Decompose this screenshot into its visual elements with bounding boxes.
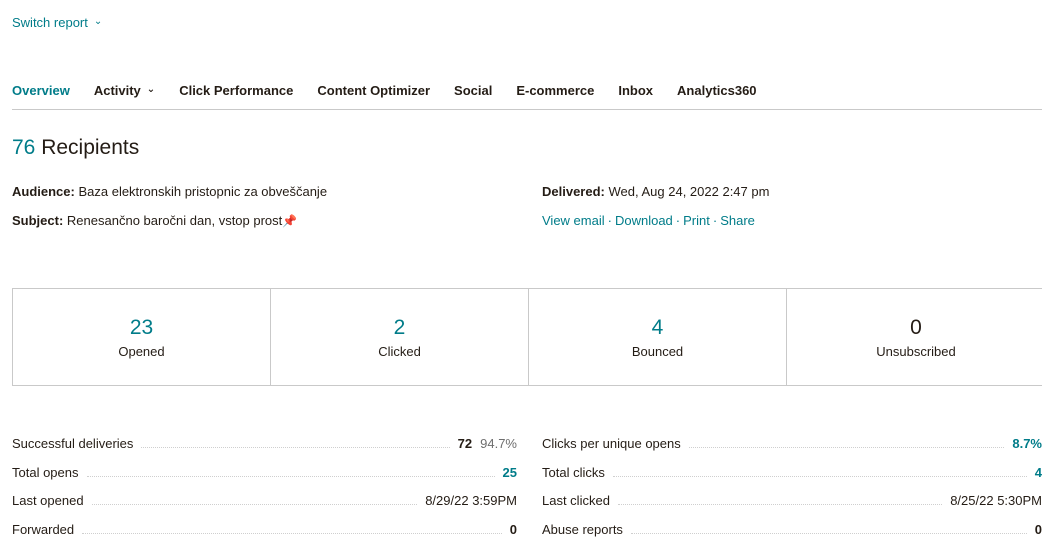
metric-label: Total opens: [12, 464, 79, 480]
stat-value: 23: [129, 315, 154, 339]
audience-line: Audience: Baza elektronskih pristopnic z…: [12, 184, 327, 199]
tab-overview[interactable]: Overview: [12, 74, 70, 98]
metric-total-clicks: Total clicks 4: [542, 461, 1042, 483]
tab-ecommerce[interactable]: E-commerce: [516, 74, 594, 98]
tab-label: Analytics360: [677, 83, 757, 98]
share-link[interactable]: Share: [720, 213, 755, 228]
tab-label: Social: [454, 83, 493, 98]
metric-total-opens: Total opens 25: [12, 461, 517, 483]
metric-label: Last clicked: [542, 492, 610, 508]
metric-value: 0: [1034, 521, 1042, 537]
chevron-down-icon: ⌄: [93, 16, 103, 27]
subject-label: Subject:: [12, 213, 64, 228]
tab-activity[interactable]: Activity ⌄: [94, 74, 155, 98]
dotted-leader: [86, 475, 495, 477]
tab-inbox[interactable]: Inbox: [618, 74, 653, 98]
download-link[interactable]: Download: [615, 213, 673, 228]
subject-value: Renesančno baročni dan, vstop prost: [66, 213, 283, 228]
metric-value: 8.7%: [1012, 435, 1042, 451]
metric-last-clicked: Last clicked 8/25/22 5:30PM: [542, 489, 1042, 511]
view-email-link[interactable]: View email: [542, 213, 605, 228]
audience-label: Audience:: [12, 184, 75, 199]
subject-line: Subject: Renesančno baročni dan, vstop p…: [12, 213, 297, 228]
switch-report-dropdown[interactable]: Switch report ⌄: [12, 15, 102, 30]
delivered-label: Delivered:: [542, 184, 605, 199]
dotted-leader: [82, 532, 502, 534]
stat-value: 2: [393, 315, 406, 339]
tab-label: E-commerce: [516, 83, 595, 98]
metric-label: Abuse reports: [542, 521, 623, 537]
switch-report-label: Switch report: [12, 15, 88, 30]
email-actions: View email · Download · Print · Share: [542, 213, 755, 228]
dotted-leader: [630, 532, 1027, 534]
metric-value[interactable]: 4: [1035, 465, 1042, 480]
tab-label: Click Performance: [179, 83, 294, 98]
stat-value: 0: [910, 315, 922, 339]
tab-label: Overview: [12, 83, 70, 98]
metric-label: Forwarded: [12, 521, 75, 537]
separator: ·: [607, 213, 612, 228]
metric-label: Total clicks: [542, 464, 605, 480]
metric-value: 8/25/22 5:30PM: [950, 492, 1042, 508]
metric-percent: 94.7%: [480, 435, 517, 451]
metric-last-opened: Last opened 8/29/22 3:59PM: [12, 489, 517, 511]
tab-label: Inbox: [618, 83, 654, 98]
delivered-line: Delivered: Wed, Aug 24, 2022 2:47 pm: [542, 184, 769, 199]
print-link[interactable]: Print: [683, 213, 710, 228]
tab-label: Activity: [93, 83, 141, 98]
stat-unsubscribed[interactable]: 0 Unsubscribed: [787, 289, 1042, 385]
audience-value: Baza elektronskih pristopnic za obveščan…: [78, 184, 328, 199]
stat-label: Unsubscribed: [876, 343, 956, 359]
metric-abuse-reports: Abuse reports 0: [542, 518, 1042, 540]
stat-bounced[interactable]: 4 Bounced: [529, 289, 787, 385]
tab-content-optimizer[interactable]: Content Optimizer: [317, 74, 430, 98]
tab-click-performance[interactable]: Click Performance: [179, 74, 293, 98]
report-tabs: Overview Activity ⌄ Click Performance Con…: [12, 74, 1042, 110]
stat-clicked[interactable]: 2 Clicked: [271, 289, 529, 385]
metric-label: Clicks per unique opens: [542, 435, 681, 451]
dotted-leader: [141, 446, 450, 448]
metric-successful-deliveries: Successful deliveries 72 94.7%: [12, 432, 517, 454]
separator: ·: [712, 213, 718, 228]
stat-opened[interactable]: 23 Opened: [13, 289, 271, 385]
stat-value: 4: [651, 315, 664, 339]
metric-forwarded: Forwarded 0: [12, 518, 517, 540]
stats-summary: 23 Opened 2 Clicked 4 Bounced 0 Unsubscr…: [12, 288, 1042, 386]
dotted-leader: [688, 446, 1005, 448]
dotted-leader: [612, 475, 1027, 477]
delivered-value: Wed, Aug 24, 2022 2:47 pm: [608, 184, 770, 199]
metric-value: 0: [509, 521, 517, 537]
tab-label: Content Optimizer: [317, 83, 431, 98]
separator: ·: [675, 213, 681, 228]
recipients-heading: 76 Recipients: [12, 136, 139, 160]
chevron-down-icon: ⌄: [146, 84, 156, 95]
dotted-leader: [617, 503, 943, 505]
stat-label: Opened: [118, 343, 165, 359]
tab-analytics360[interactable]: Analytics360: [677, 74, 757, 98]
tab-social[interactable]: Social: [454, 74, 492, 98]
metric-value: 8/29/22 3:59PM: [425, 492, 517, 508]
pushpin-icon: 📌: [282, 214, 298, 228]
metric-value[interactable]: 25: [503, 465, 517, 480]
recipients-label: Recipients: [41, 136, 140, 159]
dotted-leader: [91, 503, 418, 505]
stat-label: Clicked: [378, 343, 421, 359]
recipients-count: 76: [12, 136, 36, 159]
metric-clicks-per-unique-opens: Clicks per unique opens 8.7%: [542, 432, 1042, 454]
stat-label: Bounced: [631, 343, 684, 359]
metric-value: 72: [457, 435, 473, 451]
metric-label: Last opened: [12, 492, 84, 508]
metric-label: Successful deliveries: [12, 435, 134, 451]
